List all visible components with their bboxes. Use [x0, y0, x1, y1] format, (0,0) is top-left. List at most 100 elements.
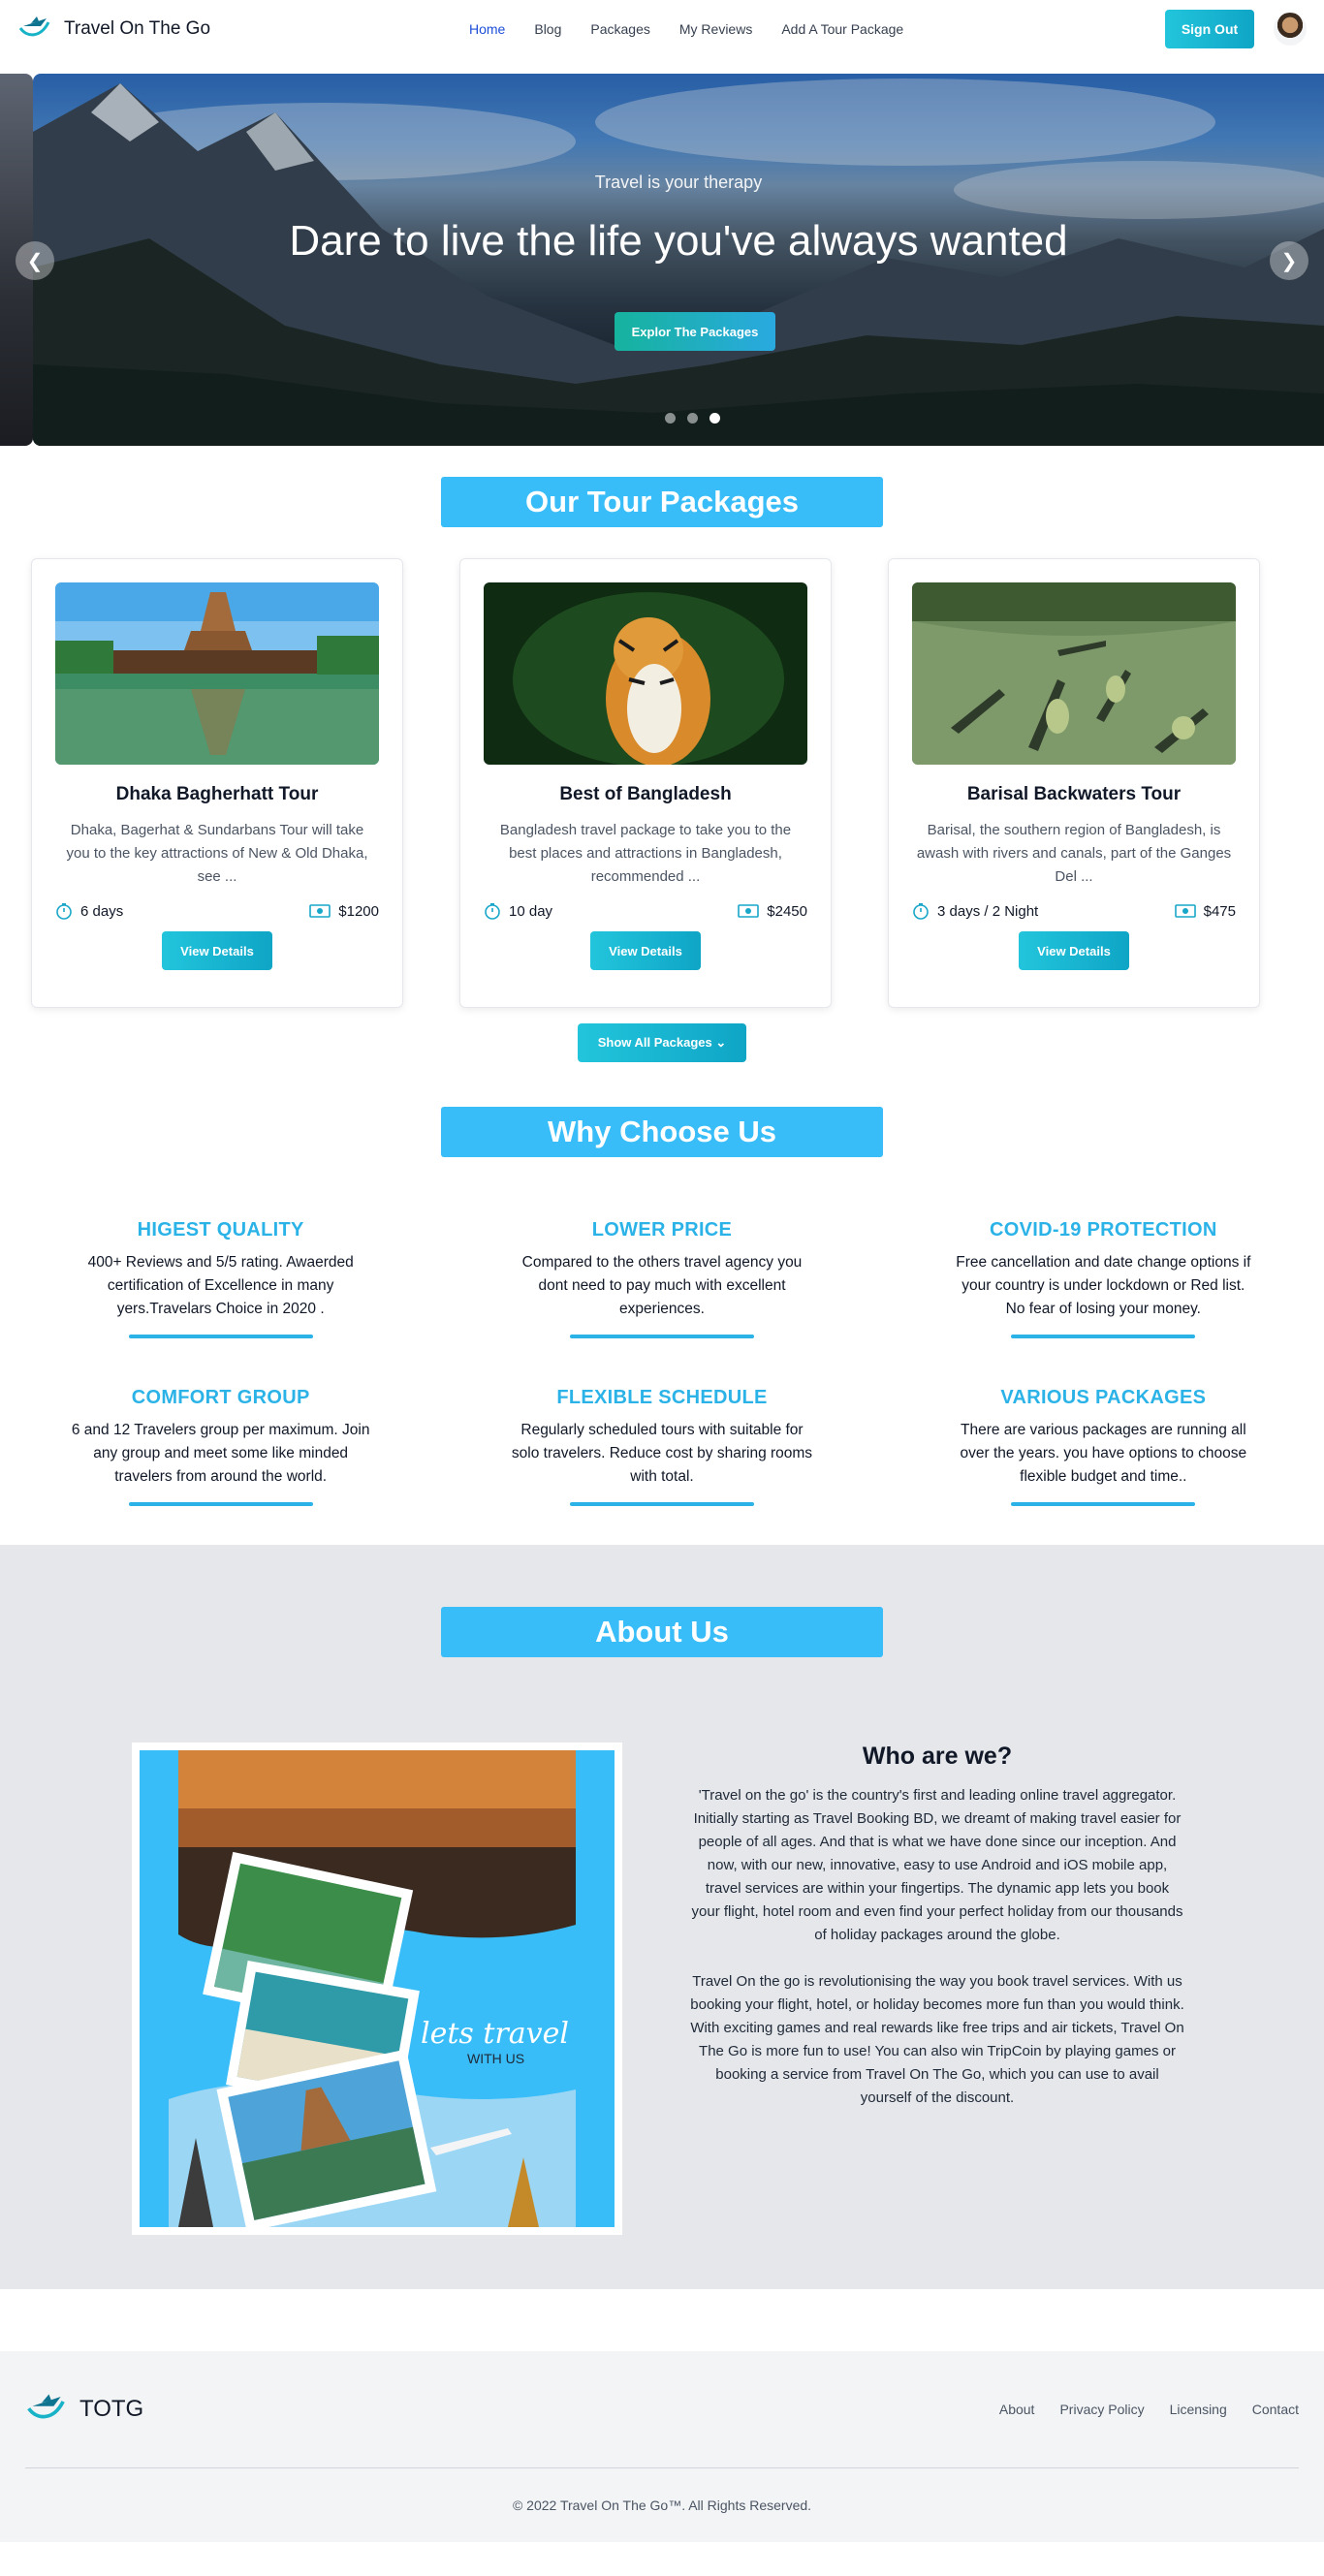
feature-underline — [569, 1335, 754, 1338]
why-choose-us-section: Why Choose Us HIGEST QUALITY 400+ Review… — [0, 1062, 1324, 1545]
about-text: Who are we? 'Travel on the go' is the co… — [690, 1743, 1184, 2235]
package-title: Barisal Backwaters Tour — [966, 784, 1182, 804]
art-caption: lets travel WITH US — [421, 2017, 569, 2066]
about-section: About Us lets travel WITH US Who are we?… — [0, 1545, 1324, 2289]
main-nav: Home Blog Packages My Reviews Add A Tour… — [469, 0, 932, 58]
package-image-tiger — [484, 582, 807, 765]
about-image-frame: lets travel WITH US — [132, 1743, 622, 2235]
feature-underline — [128, 1502, 313, 1506]
feature-title: HIGEST QUALITY — [137, 1219, 304, 1241]
show-all-label: Show All Packages — [597, 1035, 712, 1050]
nav-actions: Sign Out — [1165, 0, 1307, 58]
carousel-indicators — [665, 413, 720, 424]
package-duration: 3 days / 2 Night — [937, 902, 1039, 920]
stopwatch-icon — [56, 903, 72, 920]
avatar[interactable] — [1274, 13, 1307, 46]
package-card: Dhaka Bagherhatt Tour Dhaka, Bagerhat & … — [31, 558, 403, 1008]
carousel-dot-2[interactable] — [687, 413, 698, 424]
package-card: Barisal Backwaters Tour Barisal, the sou… — [888, 558, 1260, 1008]
plane-logo-icon — [25, 2392, 68, 2428]
footer-link-contact[interactable]: Contact — [1252, 2402, 1299, 2417]
feature-underline — [569, 1502, 754, 1506]
money-icon — [309, 904, 331, 918]
hero-slide: Travel is your therapy Dare to live the … — [33, 74, 1324, 446]
carousel-next-button[interactable]: ❯ — [1270, 241, 1308, 280]
feature-title: FLEXIBLE SCHEDULE — [556, 1387, 768, 1408]
brand[interactable]: Travel On The Go — [17, 15, 210, 45]
money-icon — [738, 904, 760, 918]
footer-links: About Privacy Policy Licensing Contact — [999, 2402, 1299, 2417]
copyright-text: © 2022 Travel On The Go™. All Rights Res… — [512, 2497, 812, 2513]
view-details-button[interactable]: View Details — [162, 931, 272, 970]
feature-description: Compared to the others travel agency you… — [521, 1254, 803, 1317]
about-paragraph: Travel On the go is revolutionising the … — [690, 1973, 1184, 2106]
carousel-dot-1[interactable] — [665, 413, 676, 424]
nav-link-blog[interactable]: Blog — [534, 21, 561, 37]
plane-logo-icon — [17, 15, 52, 45]
package-image-temple — [55, 582, 379, 765]
navbar: Travel On The Go Home Blog Packages My R… — [0, 0, 1324, 58]
feature-item: COVID-19 PROTECTION Free cancellation an… — [883, 1219, 1324, 1338]
feature-description: 400+ Reviews and 5/5 rating. Awaerded ce… — [87, 1254, 354, 1317]
feature-description: There are various packages are running a… — [960, 1422, 1247, 1485]
feature-item: LOWER PRICE Compared to the others trave… — [441, 1219, 882, 1338]
explore-packages-button[interactable]: Explor The Packages — [615, 312, 775, 351]
show-all-packages-button[interactable]: Show All Packages ⌄ — [578, 1023, 746, 1062]
feature-underline — [128, 1335, 313, 1338]
brand-title: Travel On The Go — [64, 18, 211, 39]
package-description: Dhaka, Bagerhat & Sundarbans Tour will t… — [66, 822, 368, 885]
package-title: Dhaka Bagherhatt Tour — [115, 784, 319, 804]
footer-divider — [25, 2467, 1299, 2468]
hero-title: Dare to live the life you've always want… — [289, 217, 1068, 265]
package-image-boats — [912, 582, 1236, 765]
view-details-button[interactable]: View Details — [590, 931, 701, 970]
money-icon — [1174, 904, 1196, 918]
package-duration: 10 day — [509, 902, 553, 920]
package-price: $1200 — [338, 902, 379, 920]
feature-title: VARIOUS PACKAGES — [1000, 1387, 1207, 1408]
hero-subtitle: Travel is your therapy — [594, 173, 763, 192]
feature-description: 6 and 12 Travelers group per maximum. Jo… — [71, 1422, 370, 1485]
feature-description: Regularly scheduled tours with suitable … — [511, 1422, 813, 1485]
sign-out-button[interactable]: Sign Out — [1165, 10, 1254, 48]
footer-link-licensing[interactable]: Licensing — [1170, 2402, 1227, 2417]
feature-item: FLEXIBLE SCHEDULE Regularly scheduled to… — [441, 1387, 882, 1506]
chevron-left-icon: ❮ — [26, 250, 44, 272]
footer-link-privacy-policy[interactable]: Privacy Policy — [1059, 2402, 1144, 2417]
package-meta: 3 days / 2 Night $475 — [912, 902, 1236, 920]
feature-underline — [1011, 1335, 1196, 1338]
about-paragraph: 'Travel on the go' is the country's firs… — [691, 1787, 1183, 1943]
carousel-dot-3[interactable] — [709, 413, 720, 424]
section-heading-why: Why Choose Us — [441, 1107, 883, 1157]
lets-travel-collage-image: lets travel WITH US — [140, 1750, 615, 2227]
section-heading-packages: Our Tour Packages — [441, 477, 883, 527]
hero-carousel: Travel is your therapy Dare to live the … — [0, 74, 1324, 461]
carousel-prev-button[interactable]: ❮ — [16, 241, 54, 280]
package-meta: 10 day $2450 — [484, 902, 807, 920]
feature-title: LOWER PRICE — [591, 1219, 733, 1241]
nav-link-add-tour-package[interactable]: Add A Tour Package — [781, 21, 903, 37]
footer-brand-name: TOTG — [79, 2396, 144, 2422]
nav-link-home[interactable]: Home — [469, 21, 505, 37]
nav-link-packages[interactable]: Packages — [590, 21, 649, 37]
feature-underline — [1011, 1502, 1196, 1506]
package-description: Barisal, the southern region of Banglade… — [916, 822, 1232, 885]
chevron-right-icon: ❯ — [1280, 250, 1298, 272]
footer-brand[interactable]: TOTG — [25, 2392, 143, 2428]
package-card: Best of Bangladesh Bangladesh travel pac… — [459, 558, 832, 1008]
package-meta: 6 days $1200 — [55, 902, 379, 920]
feature-title: COVID-19 PROTECTION — [990, 1219, 1217, 1241]
feature-item: COMFORT GROUP 6 and 12 Travelers group p… — [0, 1387, 441, 1506]
feature-item: VARIOUS PACKAGES There are various packa… — [883, 1387, 1324, 1506]
footer-link-about[interactable]: About — [999, 2402, 1035, 2417]
section-heading-about: About Us — [441, 1607, 883, 1657]
about-body: lets travel WITH US Who are we? 'Travel … — [0, 1657, 1324, 2235]
package-price: $475 — [1203, 902, 1236, 920]
features-grid: HIGEST QUALITY 400+ Reviews and 5/5 rati… — [0, 1157, 1324, 1545]
footer: TOTG About Privacy Policy Licensing Cont… — [0, 2351, 1324, 2542]
stopwatch-icon — [485, 903, 500, 920]
about-subheading: Who are we? — [862, 1743, 1013, 1770]
package-duration: 6 days — [80, 902, 124, 920]
nav-link-my-reviews[interactable]: My Reviews — [679, 21, 752, 37]
view-details-button[interactable]: View Details — [1019, 931, 1129, 970]
